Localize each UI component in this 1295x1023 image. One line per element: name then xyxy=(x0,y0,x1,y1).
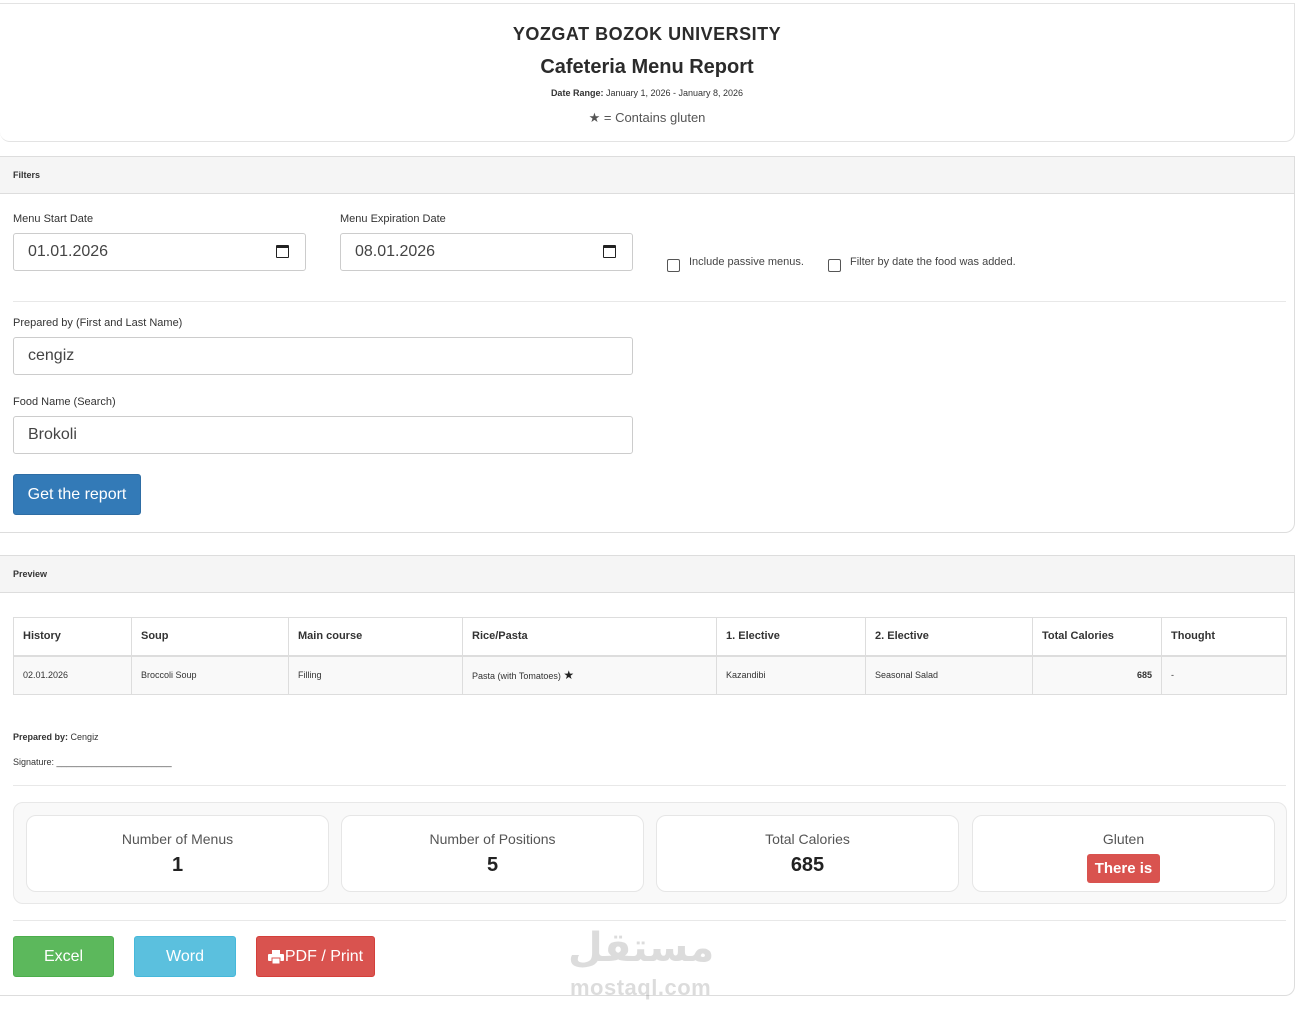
col-history: History xyxy=(13,617,132,657)
filter-added-date-label: Filter by date the food was added. xyxy=(850,256,1016,268)
cell-soup: Broccoli Soup xyxy=(131,655,289,695)
rice-pasta-text: Pasta (with Tomatoes) xyxy=(472,671,561,682)
university-title: YOZGAT BOZOK UNIVERSITY xyxy=(512,24,782,44)
export-word-button[interactable]: Word xyxy=(134,936,236,977)
start-date-input[interactable]: 01.01.2026 xyxy=(13,233,306,271)
calendar-icon[interactable] xyxy=(603,245,616,258)
watermark-logo: مستقل mostaql.com xyxy=(568,925,728,1005)
food-name-label: Food Name (Search) xyxy=(13,396,116,408)
prepared-by-label: Prepared by (First and Last Name) xyxy=(13,317,183,329)
cell-elective-2: Seasonal Salad xyxy=(865,655,1033,695)
col-main-course: Main course xyxy=(288,617,463,657)
prepared-by-value: cengiz xyxy=(28,347,75,364)
stat-card-positions: Number of Positions 5 xyxy=(341,815,644,892)
col-soup: Soup xyxy=(131,617,289,657)
calendar-icon[interactable] xyxy=(276,245,289,258)
prepared-by-caption: Prepared by: xyxy=(13,732,69,742)
cell-rice-pasta: Pasta (with Tomatoes) ★ xyxy=(462,655,717,695)
get-report-button[interactable]: Get the report xyxy=(13,474,141,515)
cell-thought: - xyxy=(1161,655,1287,695)
food-name-search-input[interactable]: Brokoli xyxy=(13,416,633,454)
date-range: Date Range: January 1, 2026 - January 8,… xyxy=(0,88,1294,98)
watermark-latin: mostaql.com xyxy=(570,975,712,1000)
stat-card-menus: Number of Menus 1 xyxy=(26,815,329,892)
report-header: YOZGAT BOZOK UNIVERSITY Cafeteria Menu R… xyxy=(0,3,1295,142)
start-date-label: Menu Start Date xyxy=(13,213,94,225)
col-elective-1: 1. Elective xyxy=(716,617,866,657)
stat-calories-value: 685 xyxy=(790,854,825,876)
summary-stats: Number of Menus 1 Number of Positions 5 … xyxy=(13,802,1287,904)
watermark-arabic: مستقل xyxy=(568,925,715,971)
stat-positions-label: Number of Positions xyxy=(429,831,556,847)
start-date-value: 01.01.2026 xyxy=(28,243,109,260)
end-date-value: 08.01.2026 xyxy=(355,243,436,260)
prepared-by-name: Cengiz xyxy=(70,732,99,742)
signature-caption: Signature: xyxy=(13,757,55,767)
col-total-calories: Total Calories xyxy=(1032,617,1162,657)
filter-added-date-checkbox[interactable] xyxy=(828,259,841,272)
menu-report-table: History Soup Main course Rice/Pasta 1. E… xyxy=(13,617,1287,695)
divider xyxy=(13,785,1286,786)
passive-menus-checkbox[interactable] xyxy=(667,259,680,272)
gluten-star-icon: ★ xyxy=(563,668,575,683)
col-rice-pasta: Rice/Pasta xyxy=(462,617,717,657)
stat-card-gluten: Gluten There is xyxy=(972,815,1275,892)
gluten-status-badge: There is xyxy=(1087,854,1160,883)
stat-gluten-label: Gluten xyxy=(1102,831,1145,847)
passive-menus-label: Include passive menus. xyxy=(689,256,804,268)
gluten-legend: ★ = Contains gluten xyxy=(588,110,706,125)
cell-total-calories: 685 xyxy=(1032,655,1162,695)
cell-elective-1: Kazandibi xyxy=(716,655,866,695)
cell-history: 02.01.2026 xyxy=(13,655,132,695)
table-header-row: History Soup Main course Rice/Pasta 1. E… xyxy=(13,617,1287,657)
prepared-by-line: Prepared by: Cengiz xyxy=(13,732,99,742)
divider xyxy=(13,920,1286,921)
stat-card-calories: Total Calories 685 xyxy=(656,815,959,892)
export-pdf-label: PDF / Print xyxy=(284,947,364,965)
stat-menus-label: Number of Menus xyxy=(121,831,234,847)
col-thought: Thought xyxy=(1161,617,1287,657)
printer-icon xyxy=(267,949,284,964)
prepared-by-input[interactable]: cengiz xyxy=(13,337,633,375)
stat-calories-label: Total Calories xyxy=(765,831,850,847)
signature-line: Signature: _______________________ xyxy=(13,757,172,767)
end-date-input[interactable]: 08.01.2026 xyxy=(340,233,633,271)
date-range-value: January 1, 2026 - January 8, 2026 xyxy=(605,88,744,98)
stat-menus-value: 1 xyxy=(171,854,184,876)
report-title: Cafeteria Menu Report xyxy=(540,56,754,78)
divider xyxy=(13,301,1286,302)
signature-blank: _______________________ xyxy=(56,757,172,767)
export-excel-button[interactable]: Excel xyxy=(13,936,114,977)
date-range-label: Date Range: xyxy=(550,88,604,98)
end-date-label: Menu Expiration Date xyxy=(340,213,446,225)
stat-positions-value: 5 xyxy=(486,854,499,876)
cell-main-course: Filling xyxy=(288,655,463,695)
preview-heading: Preview xyxy=(0,556,1294,593)
filters-panel: Filters Menu Start Date 01.01.2026 Menu … xyxy=(0,156,1295,533)
filters-heading: Filters xyxy=(0,157,1294,194)
food-name-value: Brokoli xyxy=(28,426,77,443)
col-elective-2: 2. Elective xyxy=(865,617,1033,657)
export-pdf-button[interactable]: PDF / Print xyxy=(256,936,375,977)
table-row: 02.01.2026 Broccoli Soup Filling Pasta (… xyxy=(13,655,1287,695)
